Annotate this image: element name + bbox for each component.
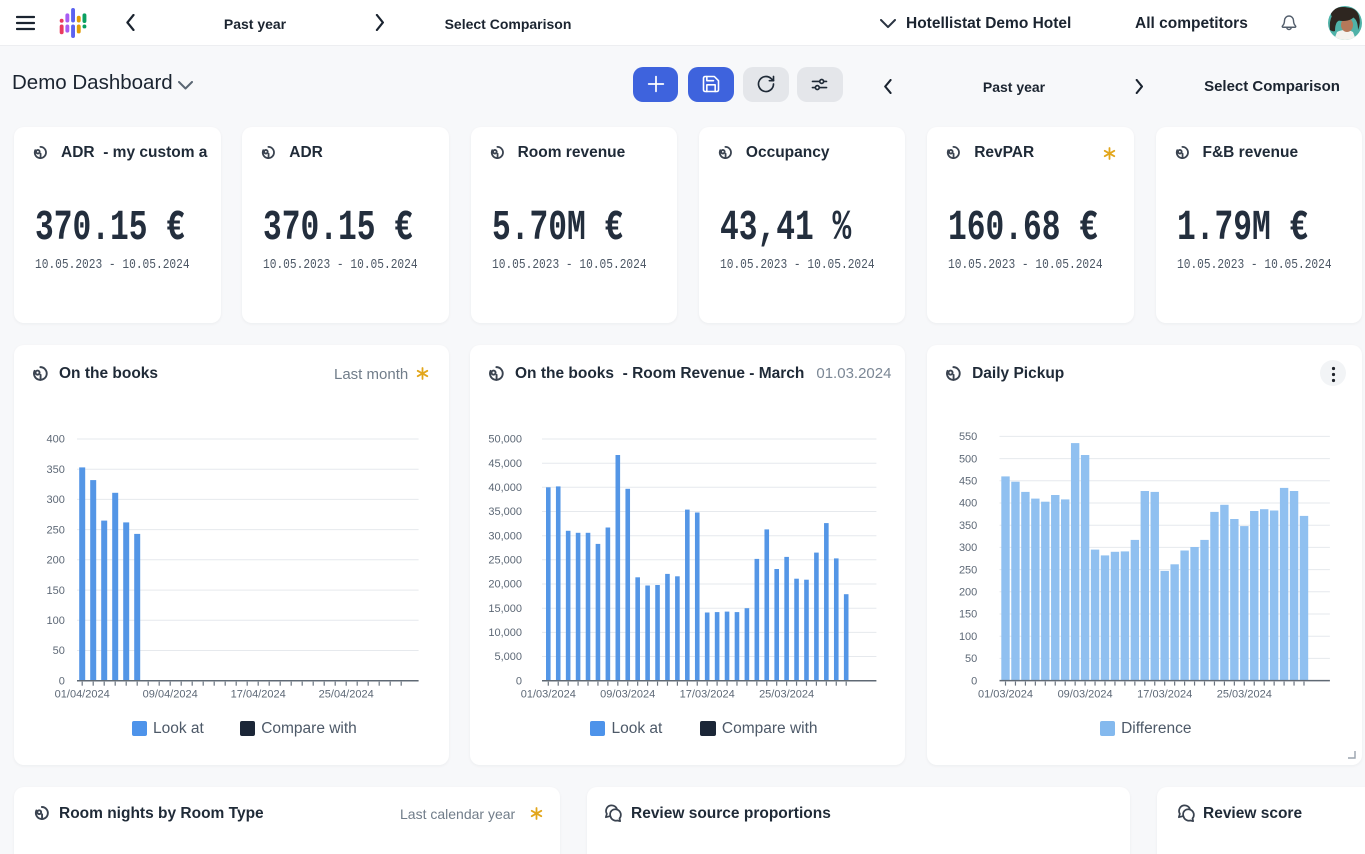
svg-text:50: 50: [965, 653, 977, 665]
svg-text:30,000: 30,000: [488, 530, 522, 542]
svg-text:20,000: 20,000: [488, 579, 522, 591]
svg-text:25,000: 25,000: [488, 555, 522, 567]
svg-text:40,000: 40,000: [488, 482, 522, 494]
svg-text:0: 0: [971, 675, 977, 687]
svg-text:150: 150: [47, 585, 65, 597]
svg-text:17/03/2024: 17/03/2024: [1137, 689, 1192, 701]
svg-text:0: 0: [59, 675, 65, 687]
svg-text:450: 450: [959, 476, 977, 488]
svg-text:01/04/2024: 01/04/2024: [55, 689, 110, 701]
svg-text:0: 0: [516, 675, 522, 687]
svg-text:01/03/2024: 01/03/2024: [521, 689, 576, 701]
svg-text:350: 350: [47, 464, 65, 476]
svg-text:09/03/2024: 09/03/2024: [1058, 689, 1113, 701]
svg-text:25/03/2024: 25/03/2024: [1217, 689, 1272, 701]
svg-text:5,000: 5,000: [494, 651, 522, 663]
svg-text:200: 200: [47, 555, 65, 567]
svg-text:15,000: 15,000: [488, 603, 522, 615]
svg-text:35,000: 35,000: [488, 506, 522, 518]
svg-text:100: 100: [959, 631, 977, 643]
svg-text:17/03/2024: 17/03/2024: [680, 689, 735, 701]
svg-text:25/04/2024: 25/04/2024: [319, 689, 374, 701]
svg-text:10,000: 10,000: [488, 627, 522, 639]
svg-text:500: 500: [959, 453, 977, 465]
svg-text:09/04/2024: 09/04/2024: [143, 689, 198, 701]
svg-text:300: 300: [959, 542, 977, 554]
svg-text:250: 250: [47, 524, 65, 536]
svg-text:350: 350: [959, 520, 977, 532]
svg-text:09/03/2024: 09/03/2024: [600, 689, 655, 701]
svg-text:300: 300: [47, 494, 65, 506]
svg-text:100: 100: [47, 615, 65, 627]
svg-text:150: 150: [959, 609, 977, 621]
svg-text:17/04/2024: 17/04/2024: [231, 689, 286, 701]
svg-text:25/03/2024: 25/03/2024: [759, 689, 814, 701]
svg-text:550: 550: [959, 431, 977, 443]
svg-text:400: 400: [959, 498, 977, 510]
svg-text:200: 200: [959, 587, 977, 599]
svg-text:50: 50: [53, 645, 65, 657]
svg-text:45,000: 45,000: [488, 458, 522, 470]
svg-text:400: 400: [47, 434, 65, 446]
svg-text:01/03/2024: 01/03/2024: [978, 689, 1033, 701]
svg-text:50,000: 50,000: [488, 434, 522, 446]
svg-text:250: 250: [959, 564, 977, 576]
